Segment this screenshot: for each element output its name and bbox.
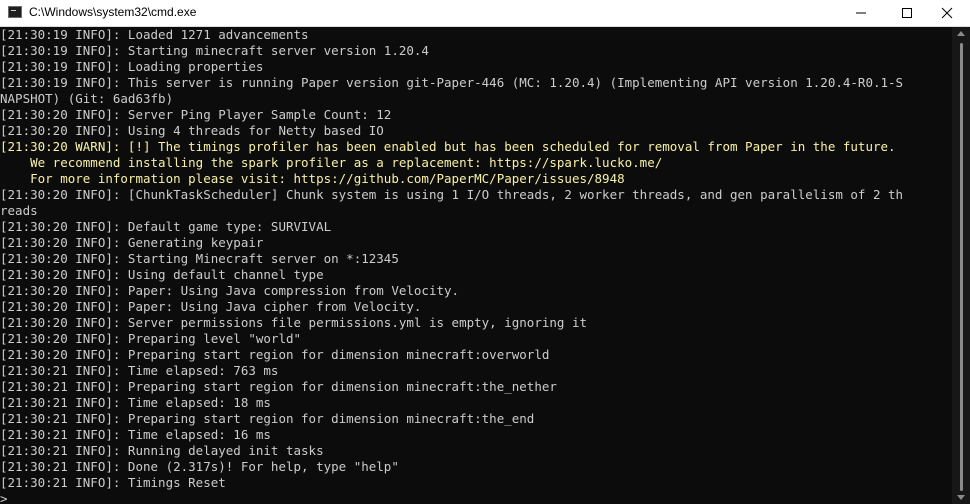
console-line: [21:30:20 INFO]: Starting Minecraft serv…	[0, 251, 399, 266]
console-line: [21:30:20 INFO]: Server permissions file…	[0, 315, 587, 330]
console-line: [21:30:19 INFO]: This server is running …	[0, 75, 904, 90]
console-app-icon[interactable]	[8, 6, 22, 18]
console-line: [21:30:21 INFO]: Preparing start region …	[0, 379, 557, 394]
console-line: [21:30:21 INFO]: Time elapsed: 763 ms	[0, 363, 279, 378]
console-line: [21:30:21 INFO]: Done (2.317s)! For help…	[0, 459, 399, 474]
scroll-down-arrow-icon[interactable]	[957, 495, 965, 500]
console-line: [21:30:20 INFO]: Using default channel t…	[0, 267, 324, 282]
console-line: [21:30:21 INFO]: Time elapsed: 18 ms	[0, 395, 271, 410]
close-button[interactable]	[924, 0, 970, 26]
vertical-scrollbar[interactable]	[952, 27, 970, 504]
console-line: [21:30:19 INFO]: Loaded 1271 advancement…	[0, 27, 309, 42]
command-prompt-input[interactable]: > _	[0, 491, 952, 504]
cmd-window: C:\Windows\system32\cmd.exe [21:30:19 IN…	[0, 0, 970, 504]
title-bar[interactable]: C:\Windows\system32\cmd.exe	[0, 0, 970, 27]
console-line: [21:30:20 INFO]: Preparing start region …	[0, 347, 550, 362]
maximize-icon	[902, 8, 912, 18]
console-line: [21:30:20 INFO]: [ChunkTaskScheduler] Ch…	[0, 187, 904, 202]
console-line: [21:30:19 INFO]: Loading properties	[0, 59, 264, 74]
console-line: [21:30:20 INFO]: Generating keypair	[0, 235, 264, 250]
minimize-icon	[856, 12, 866, 14]
console-line: [21:30:21 INFO]: Preparing start region …	[0, 411, 535, 426]
console-line: [21:30:21 INFO]: Running delayed init ta…	[0, 443, 324, 458]
console-line: [21:30:21 INFO]: Timings Reset	[0, 475, 226, 490]
window-title: C:\Windows\system32\cmd.exe	[29, 5, 197, 19]
console-line: [21:30:20 INFO]: Preparing level "world"	[0, 331, 302, 346]
scrollbar-thumb[interactable]	[960, 43, 963, 491]
console-line: NAPSHOT) (Git: 6ad63fb)	[0, 91, 174, 106]
console-line: [21:30:20 INFO]: Default game type: SURV…	[0, 219, 332, 234]
console-line: [21:30:20 INFO]: Paper: Using Java ciphe…	[0, 299, 422, 314]
console-line: [21:30:21 INFO]: Time elapsed: 16 ms	[0, 427, 271, 442]
console-line: [21:30:20 INFO]: Using 4 threads for Net…	[0, 123, 384, 138]
console-line: [21:30:19 INFO]: Starting minecraft serv…	[0, 43, 429, 58]
console-warn-line: For more information please visit: https…	[0, 171, 625, 186]
console-line: reads	[0, 203, 38, 218]
console-output[interactable]: [21:30:19 INFO]: Loaded 1271 advancement…	[0, 27, 952, 504]
console-warn-line: We recommend installing the spark profil…	[0, 155, 663, 170]
console-line: [21:30:20 INFO]: Paper: Using Java compr…	[0, 283, 460, 298]
scroll-up-arrow-icon[interactable]	[957, 31, 965, 36]
close-icon	[941, 7, 953, 19]
minimize-button[interactable]	[838, 0, 884, 26]
console-line: [21:30:20 INFO]: Server Ping Player Samp…	[0, 107, 392, 122]
console-warn-line: [21:30:20 WARN]: [!] The timings profile…	[0, 139, 896, 154]
